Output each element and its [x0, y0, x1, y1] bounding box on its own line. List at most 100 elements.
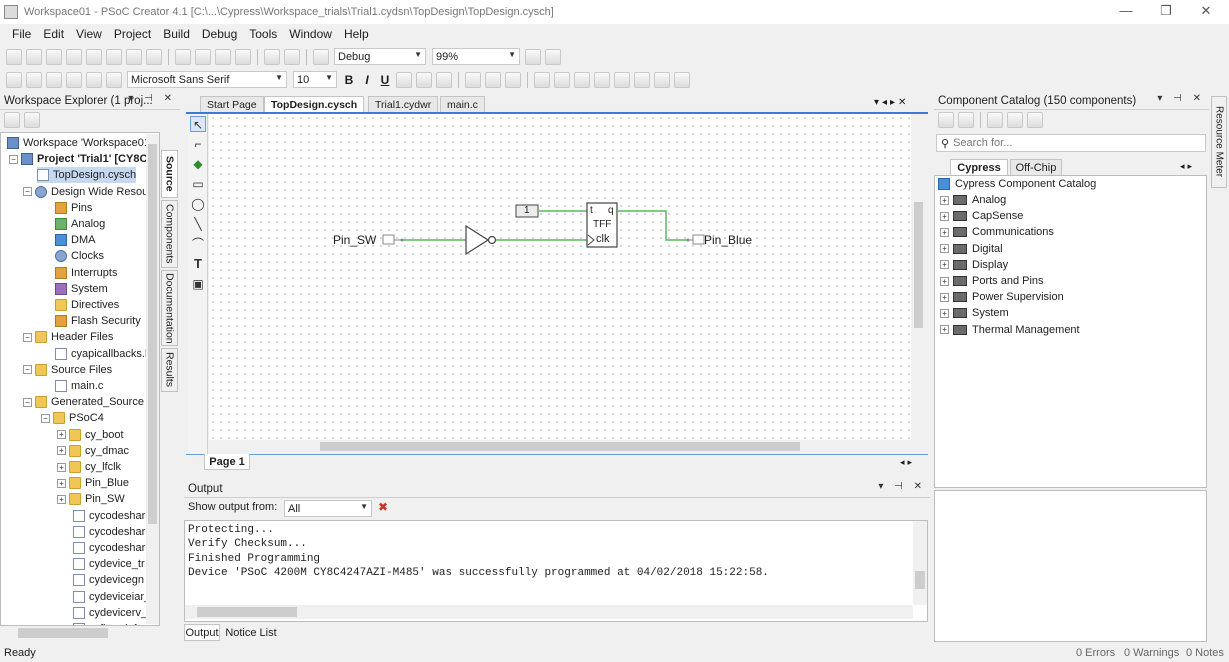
catalog-item[interactable]: + Power Supervision — [940, 289, 1064, 305]
expand-icon[interactable]: + — [940, 195, 949, 205]
output-hscrollbar[interactable] — [185, 605, 913, 619]
redo-icon[interactable] — [284, 48, 300, 65]
menu-window[interactable]: Window — [283, 27, 338, 41]
catalog-item[interactable]: + Digital — [940, 241, 1003, 257]
tree-vscrollbar[interactable] — [146, 134, 159, 624]
menu-view[interactable]: View — [70, 27, 108, 41]
ungroup-icon[interactable] — [554, 71, 570, 88]
tree-item[interactable]: DMA — [55, 232, 95, 248]
tab-documentation[interactable]: Documentation — [161, 270, 178, 346]
tab-cypress[interactable]: Cypress — [950, 159, 1008, 175]
menu-project[interactable]: Project — [108, 27, 157, 41]
expand-icon[interactable]: + — [57, 462, 66, 472]
tab-components[interactable]: Components — [161, 200, 178, 268]
tree-item[interactable]: Analog — [55, 216, 105, 232]
component-icon[interactable] — [6, 71, 22, 88]
catalog-item[interactable]: + System — [940, 305, 1009, 321]
catalog-item[interactable]: + Analog — [940, 192, 1006, 208]
italic-button[interactable]: I — [358, 73, 376, 87]
tree-item[interactable]: cydevice_tr — [73, 556, 145, 572]
tab-start-page[interactable]: Start Page — [200, 96, 264, 112]
catalog-tree-icon[interactable] — [1027, 112, 1043, 128]
tree-item[interactable]: cycodeshar — [73, 540, 145, 556]
rectangle-tool-icon[interactable]: ▭ — [190, 176, 206, 192]
open-folder-icon[interactable] — [66, 48, 82, 65]
zoom-in-icon[interactable] — [525, 48, 541, 65]
tab-off-chip[interactable]: Off-Chip — [1010, 159, 1062, 175]
tab-main-c[interactable]: main.c — [440, 96, 485, 112]
bold-button[interactable]: B — [340, 73, 358, 87]
find-icon[interactable] — [313, 48, 329, 65]
expand-icon[interactable]: + — [940, 244, 949, 254]
print-preview-icon[interactable] — [146, 48, 162, 65]
pointer-tool-icon[interactable]: ↖ — [190, 116, 206, 132]
undo-icon[interactable] — [264, 48, 280, 65]
tree-item[interactable]: + cy_boot — [57, 427, 124, 443]
align-bottoms-icon[interactable] — [594, 71, 610, 88]
menu-file[interactable]: File — [6, 27, 37, 41]
status-notes[interactable]: 0 Notes — [1186, 647, 1224, 659]
text-tool-icon[interactable]: T — [190, 256, 206, 272]
tree-item[interactable]: cyapicallbacks.h — [55, 346, 151, 362]
tab-trial1-cydwr[interactable]: Trial1.cydwr — [368, 96, 439, 112]
align-tops-icon[interactable] — [574, 71, 590, 88]
tab-page-1[interactable]: Page 1 — [204, 454, 250, 470]
tab-topdesign[interactable]: TopDesign.cysch — [264, 96, 365, 112]
tree-item[interactable]: Pins — [55, 200, 92, 216]
align-lefts-icon[interactable] — [614, 71, 630, 88]
tree-item[interactable]: + cy_lfclk — [57, 459, 121, 475]
clear-output-icon[interactable]: ✖ — [378, 500, 392, 514]
tree-item[interactable]: TopDesign.cysch — [37, 167, 137, 184]
tree-item[interactable]: − Generated_Source — [23, 394, 144, 410]
line-tool-icon[interactable]: ╲ — [190, 216, 206, 232]
tree-item[interactable]: cycodeshar — [73, 524, 145, 540]
align-left-icon[interactable] — [396, 71, 412, 88]
save-all-icon[interactable] — [106, 48, 122, 65]
close-button[interactable]: ✕ — [1186, 2, 1226, 20]
tree-item[interactable]: Flash Security — [55, 313, 141, 329]
clean-icon[interactable] — [66, 71, 82, 88]
tree-item[interactable]: + Pin_SW — [57, 491, 125, 507]
schematic-canvas[interactable]: Pin_SW Pin_Blue 1 t q TFF clk — [209, 114, 911, 440]
underline-button[interactable]: U — [376, 73, 394, 87]
menu-edit[interactable]: Edit — [37, 27, 70, 41]
maximize-button[interactable]: ❐ — [1146, 2, 1186, 20]
group-icon[interactable] — [534, 71, 550, 88]
ellipse-tool-icon[interactable]: ◯ — [190, 196, 206, 212]
expand-icon[interactable]: + — [57, 430, 66, 440]
align-center-icon[interactable] — [416, 71, 432, 88]
tree-item[interactable]: Directives — [55, 297, 119, 313]
catalog-add-icon[interactable] — [987, 112, 1003, 128]
expand-icon[interactable]: + — [940, 325, 949, 335]
show-all-icon[interactable] — [24, 112, 40, 128]
const-value[interactable]: 1 — [524, 205, 530, 216]
tree-item[interactable]: − Project 'Trial1' [CY8C — [9, 151, 147, 167]
save-icon[interactable] — [86, 48, 102, 65]
tree-item[interactable]: System — [55, 281, 108, 297]
tree-item[interactable]: − PSoC4 — [41, 410, 104, 426]
collapse-icon[interactable]: − — [23, 187, 32, 197]
align-right-icon[interactable] — [436, 71, 452, 88]
flip-icon[interactable] — [674, 71, 690, 88]
rotate-icon[interactable] — [654, 71, 670, 88]
delete-icon[interactable] — [235, 48, 251, 65]
new-file-icon[interactable] — [26, 48, 42, 65]
tab-results[interactable]: Results — [161, 348, 178, 392]
font-select[interactable]: Microsoft Sans Serif ▼ — [127, 71, 287, 88]
catalog-tab-nav-icon[interactable]: ◂▸ — [1180, 161, 1195, 172]
catalog-import-icon[interactable] — [1007, 112, 1023, 128]
menu-build[interactable]: Build — [157, 27, 196, 41]
output-from-select[interactable]: All ▼ — [284, 500, 372, 517]
catalog-root[interactable]: Cypress Component Catalog — [938, 176, 1096, 192]
fill-color-icon[interactable] — [505, 71, 521, 88]
expand-icon[interactable]: + — [940, 308, 949, 318]
zoom-select[interactable]: 99% ▼ — [432, 48, 520, 65]
menu-help[interactable]: Help — [338, 27, 375, 41]
canvas-vscrollbar[interactable] — [911, 114, 926, 440]
cut-icon[interactable] — [175, 48, 191, 65]
font-color-icon[interactable] — [465, 71, 481, 88]
catalog-search[interactable]: ⚲ Search for... — [936, 134, 1206, 152]
tab-source[interactable]: Source — [161, 150, 178, 198]
tree-item[interactable]: − Source Files — [23, 362, 112, 378]
status-errors[interactable]: 0 Errors — [1076, 647, 1115, 659]
